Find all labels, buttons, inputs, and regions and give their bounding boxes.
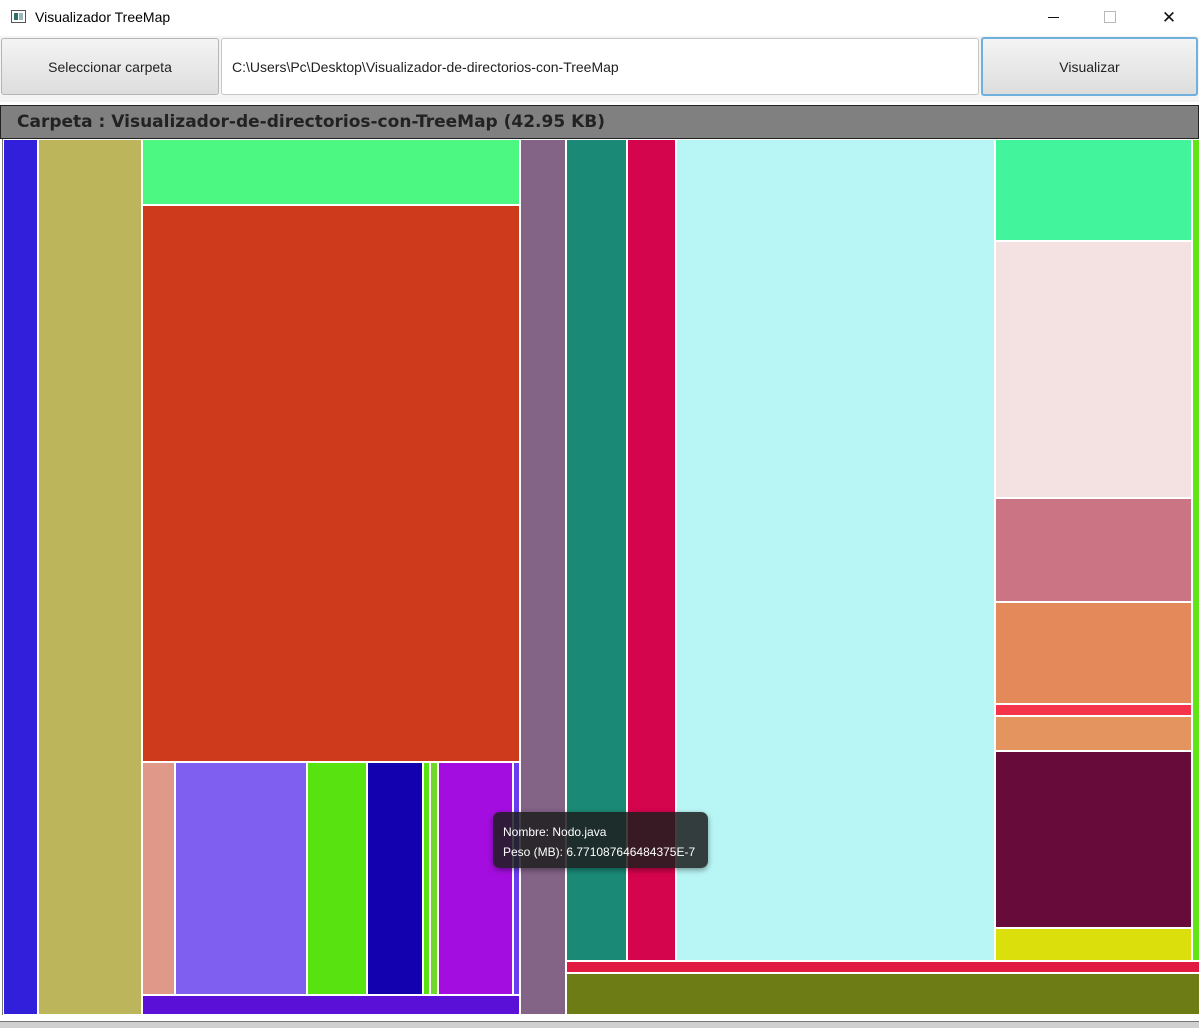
treemap-block[interactable]	[175, 762, 307, 995]
select-folder-button[interactable]: Seleccionar carpeta	[1, 38, 219, 95]
close-button[interactable]: ✕	[1140, 0, 1198, 34]
maximize-icon	[1104, 11, 1116, 23]
treemap-block[interactable]	[142, 995, 520, 1015]
window-title: Visualizador TreeMap	[35, 9, 171, 25]
tooltip-name: Nombre: Nodo.java	[503, 825, 607, 839]
treemap-block[interactable]	[995, 751, 1192, 928]
treemap-block[interactable]	[307, 762, 367, 995]
tooltip-size: Peso (MB): 6.771087646484375E-7	[503, 845, 696, 859]
treemap-block[interactable]	[566, 973, 1199, 1015]
treemap-block-sliver[interactable]	[1192, 139, 1199, 961]
minimize-icon	[1047, 16, 1059, 18]
node-tooltip: Nombre: Nodo.java Peso (MB): 6.771087646…	[493, 812, 708, 868]
toolbar: Seleccionar carpeta C:\Users\Pc\Desktop\…	[0, 36, 1199, 102]
folder-title: Carpeta : Visualizador-de-directorios-co…	[17, 112, 605, 132]
treemap-block[interactable]	[142, 205, 520, 762]
title-bar: Visualizador TreeMap ✕	[0, 0, 1199, 36]
treemap-block-sliver[interactable]	[513, 762, 520, 995]
treemap-block-sliver[interactable]	[423, 762, 430, 995]
visualize-button[interactable]: Visualizar	[981, 37, 1198, 96]
treemap-block[interactable]	[995, 704, 1192, 716]
treemap-block-sliver[interactable]	[430, 762, 438, 995]
treemap-block[interactable]	[520, 139, 566, 1015]
treemap-block[interactable]	[995, 241, 1192, 498]
treemap-block[interactable]	[995, 498, 1192, 602]
treemap-block[interactable]	[995, 928, 1192, 961]
treemap-block[interactable]	[566, 961, 1199, 973]
app-icon	[11, 10, 26, 23]
treemap-block[interactable]	[367, 762, 423, 995]
treemap-canvas[interactable]	[2, 139, 1199, 1015]
treemap-block[interactable]	[3, 139, 38, 1015]
close-icon: ✕	[1161, 7, 1177, 27]
treemap-block[interactable]	[676, 139, 995, 961]
treemap-block[interactable]	[142, 139, 520, 205]
folder-path-input[interactable]: C:\Users\Pc\Desktop\Visualizador-de-dire…	[221, 38, 979, 95]
maximize-button[interactable]	[1081, 0, 1139, 34]
treemap-block[interactable]	[142, 762, 175, 995]
treemap-block[interactable]	[438, 762, 513, 995]
treemap-block[interactable]	[38, 139, 142, 1015]
folder-header: Carpeta : Visualizador-de-directorios-co…	[0, 105, 1199, 139]
treemap-block[interactable]	[995, 716, 1192, 751]
minimize-button[interactable]	[1024, 0, 1082, 34]
treemap-block[interactable]	[995, 602, 1192, 704]
treemap-block[interactable]	[995, 139, 1192, 241]
